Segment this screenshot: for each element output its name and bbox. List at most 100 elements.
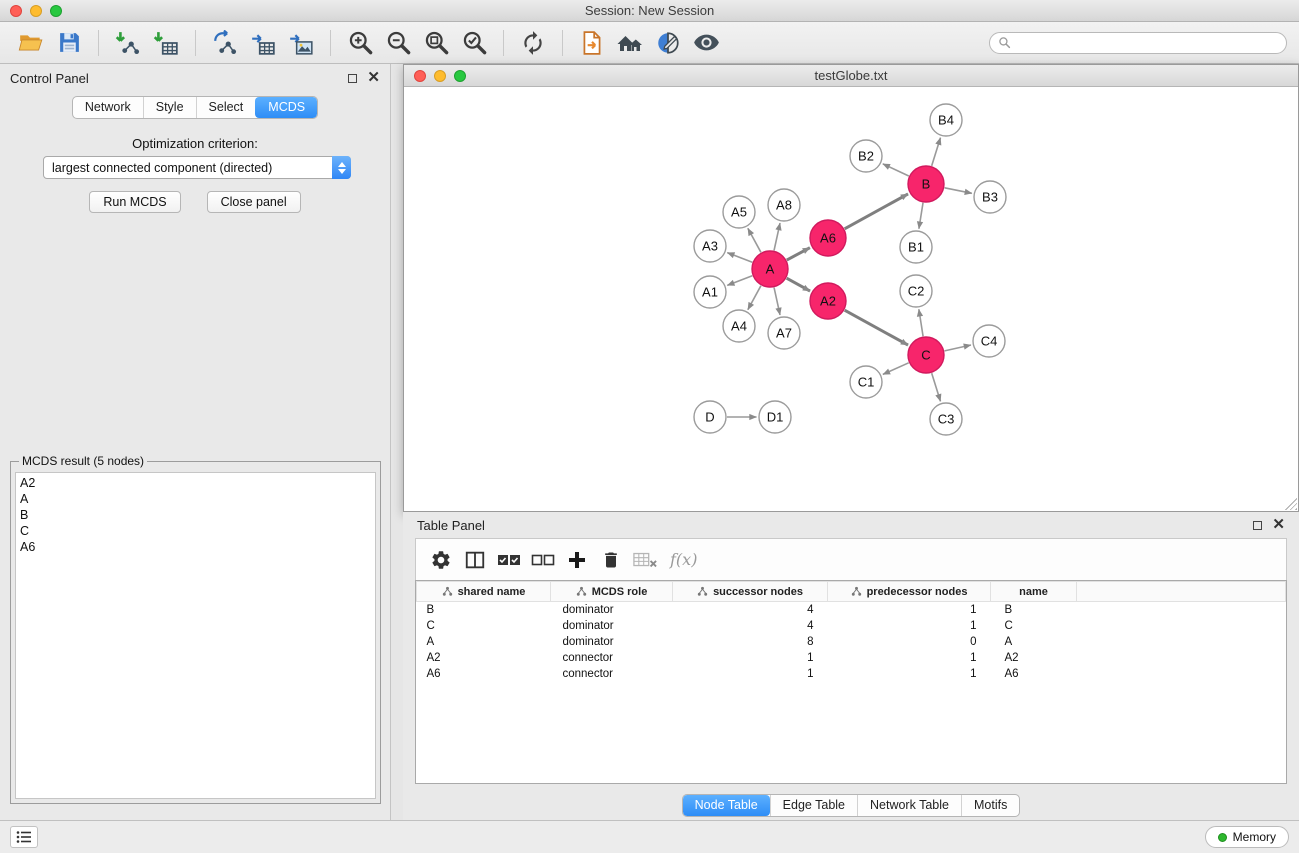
table-cell[interactable]: A2 xyxy=(991,650,1077,666)
graph-edge[interactable] xyxy=(748,228,761,252)
mcds-result-item[interactable]: A xyxy=(20,491,371,507)
zoom-out-button[interactable] xyxy=(383,28,413,58)
close-panel-icon[interactable]: ✕ xyxy=(367,73,380,83)
graph-edge[interactable] xyxy=(787,278,810,291)
column-header-predecessor-nodes[interactable]: predecessor nodes xyxy=(828,582,991,602)
column-header-successor-nodes[interactable]: successor nodes xyxy=(673,582,828,602)
home-overview-button[interactable] xyxy=(615,28,645,58)
close-window-icon[interactable] xyxy=(10,5,22,17)
table-cell[interactable]: 1 xyxy=(673,650,828,666)
column-header-name[interactable]: name xyxy=(991,582,1077,602)
mcds-result-item[interactable]: B xyxy=(20,507,371,523)
table-cell[interactable]: 4 xyxy=(673,602,828,618)
tab-network-table[interactable]: Network Table xyxy=(857,795,961,816)
table-cell[interactable]: 1 xyxy=(673,666,828,682)
graph-edge[interactable] xyxy=(945,188,972,194)
graph-edge[interactable] xyxy=(919,309,923,336)
tab-node-table[interactable]: Node Table xyxy=(683,795,770,816)
table-cell[interactable]: connector xyxy=(551,666,673,682)
graph-edge[interactable] xyxy=(727,253,752,263)
mcds-result-item[interactable]: A6 xyxy=(20,539,371,555)
float-panel-icon[interactable] xyxy=(348,74,357,83)
tab-style[interactable]: Style xyxy=(143,97,196,118)
table-row[interactable]: Adominator80A xyxy=(417,634,1286,650)
select-all-rows-button[interactable] xyxy=(494,545,524,575)
table-cell[interactable]: 8 xyxy=(673,634,828,650)
run-mcds-button[interactable]: Run MCDS xyxy=(89,191,180,213)
table-cell[interactable]: 1 xyxy=(828,650,991,666)
apply-layout-button[interactable] xyxy=(518,28,548,58)
deselect-all-rows-button[interactable] xyxy=(528,545,558,575)
network-canvas[interactable]: B4B2BB3A5A8A6A3B1AA1C2A2A4A7C4CC1C3DD1 xyxy=(404,87,1298,511)
table-cell[interactable]: A xyxy=(417,634,551,650)
search-input[interactable] xyxy=(1016,36,1278,50)
close-panel-button[interactable]: Close panel xyxy=(207,191,301,213)
float-table-panel-icon[interactable] xyxy=(1253,521,1262,530)
table-row[interactable]: Bdominator41B xyxy=(417,602,1286,618)
graph-edge[interactable] xyxy=(845,194,908,229)
graph-edge[interactable] xyxy=(748,286,761,310)
memory-button[interactable]: Memory xyxy=(1205,826,1289,848)
table-cell[interactable]: C xyxy=(417,618,551,634)
graph-edge[interactable] xyxy=(932,373,941,401)
table-cell[interactable]: 1 xyxy=(828,618,991,634)
export-image-button[interactable] xyxy=(286,28,316,58)
import-network-button[interactable] xyxy=(113,28,143,58)
graph-edge[interactable] xyxy=(774,223,780,250)
table-settings-button[interactable] xyxy=(426,545,456,575)
table-cell[interactable]: 1 xyxy=(828,666,991,682)
tab-motifs[interactable]: Motifs xyxy=(961,795,1019,816)
add-column-button[interactable] xyxy=(562,545,592,575)
table-cell[interactable]: A2 xyxy=(417,650,551,666)
minimize-window-icon[interactable] xyxy=(30,5,42,17)
table-cell[interactable]: A6 xyxy=(991,666,1077,682)
graph-edge[interactable] xyxy=(883,164,909,176)
graph-edge[interactable] xyxy=(945,345,971,351)
table-cell[interactable]: 1 xyxy=(828,602,991,618)
window-resize-handle[interactable] xyxy=(1285,498,1297,510)
graph-edge[interactable] xyxy=(919,203,923,229)
mcds-result-list[interactable]: A2ABCA6 xyxy=(15,472,376,799)
show-columns-button[interactable] xyxy=(460,545,490,575)
graph-edge[interactable] xyxy=(845,310,908,345)
table-cell[interactable]: A6 xyxy=(417,666,551,682)
table-cell[interactable]: B xyxy=(417,602,551,618)
table-cell[interactable]: C xyxy=(991,618,1077,634)
table-cell[interactable]: 0 xyxy=(828,634,991,650)
export-table-button[interactable] xyxy=(248,28,278,58)
import-table-button[interactable] xyxy=(151,28,181,58)
table-cell[interactable]: dominator xyxy=(551,634,673,650)
criterion-dropdown[interactable]: largest connected component (directed) xyxy=(43,156,351,179)
tab-network[interactable]: Network xyxy=(73,97,143,118)
graph-edge[interactable] xyxy=(883,363,909,375)
apply-style-button[interactable] xyxy=(653,28,683,58)
table-row[interactable]: A6connector11A6 xyxy=(417,666,1286,682)
mcds-result-item[interactable]: A2 xyxy=(20,475,371,491)
table-cell[interactable]: B xyxy=(991,602,1077,618)
table-cell[interactable]: dominator xyxy=(551,618,673,634)
tab-edge-table[interactable]: Edge Table xyxy=(770,795,857,816)
network-file-button[interactable] xyxy=(577,28,607,58)
zoom-in-button[interactable] xyxy=(345,28,375,58)
tab-mcds[interactable]: MCDS xyxy=(255,97,317,118)
open-session-button[interactable] xyxy=(16,28,46,58)
show-hide-button[interactable] xyxy=(691,28,721,58)
delete-column-button[interactable] xyxy=(596,545,626,575)
graph-edge[interactable] xyxy=(774,288,780,315)
function-builder-button[interactable]: f(x) xyxy=(670,550,697,569)
table-cell[interactable]: 4 xyxy=(673,618,828,634)
table-cell[interactable]: dominator xyxy=(551,602,673,618)
mcds-result-item[interactable]: C xyxy=(20,523,371,539)
table-row[interactable]: A2connector11A2 xyxy=(417,650,1286,666)
zoom-window-icon[interactable] xyxy=(50,5,62,17)
delete-table-button[interactable] xyxy=(630,545,660,575)
table-cell[interactable]: connector xyxy=(551,650,673,666)
close-table-panel-icon[interactable]: ✕ xyxy=(1272,520,1285,530)
table-cell[interactable]: A xyxy=(991,634,1077,650)
table-row[interactable]: Cdominator41C xyxy=(417,618,1286,634)
zoom-fit-button[interactable] xyxy=(421,28,451,58)
search-field[interactable] xyxy=(989,32,1287,54)
dropdown-stepper-icon[interactable] xyxy=(332,156,351,179)
graph-edge[interactable] xyxy=(727,276,752,286)
save-session-button[interactable] xyxy=(54,28,84,58)
